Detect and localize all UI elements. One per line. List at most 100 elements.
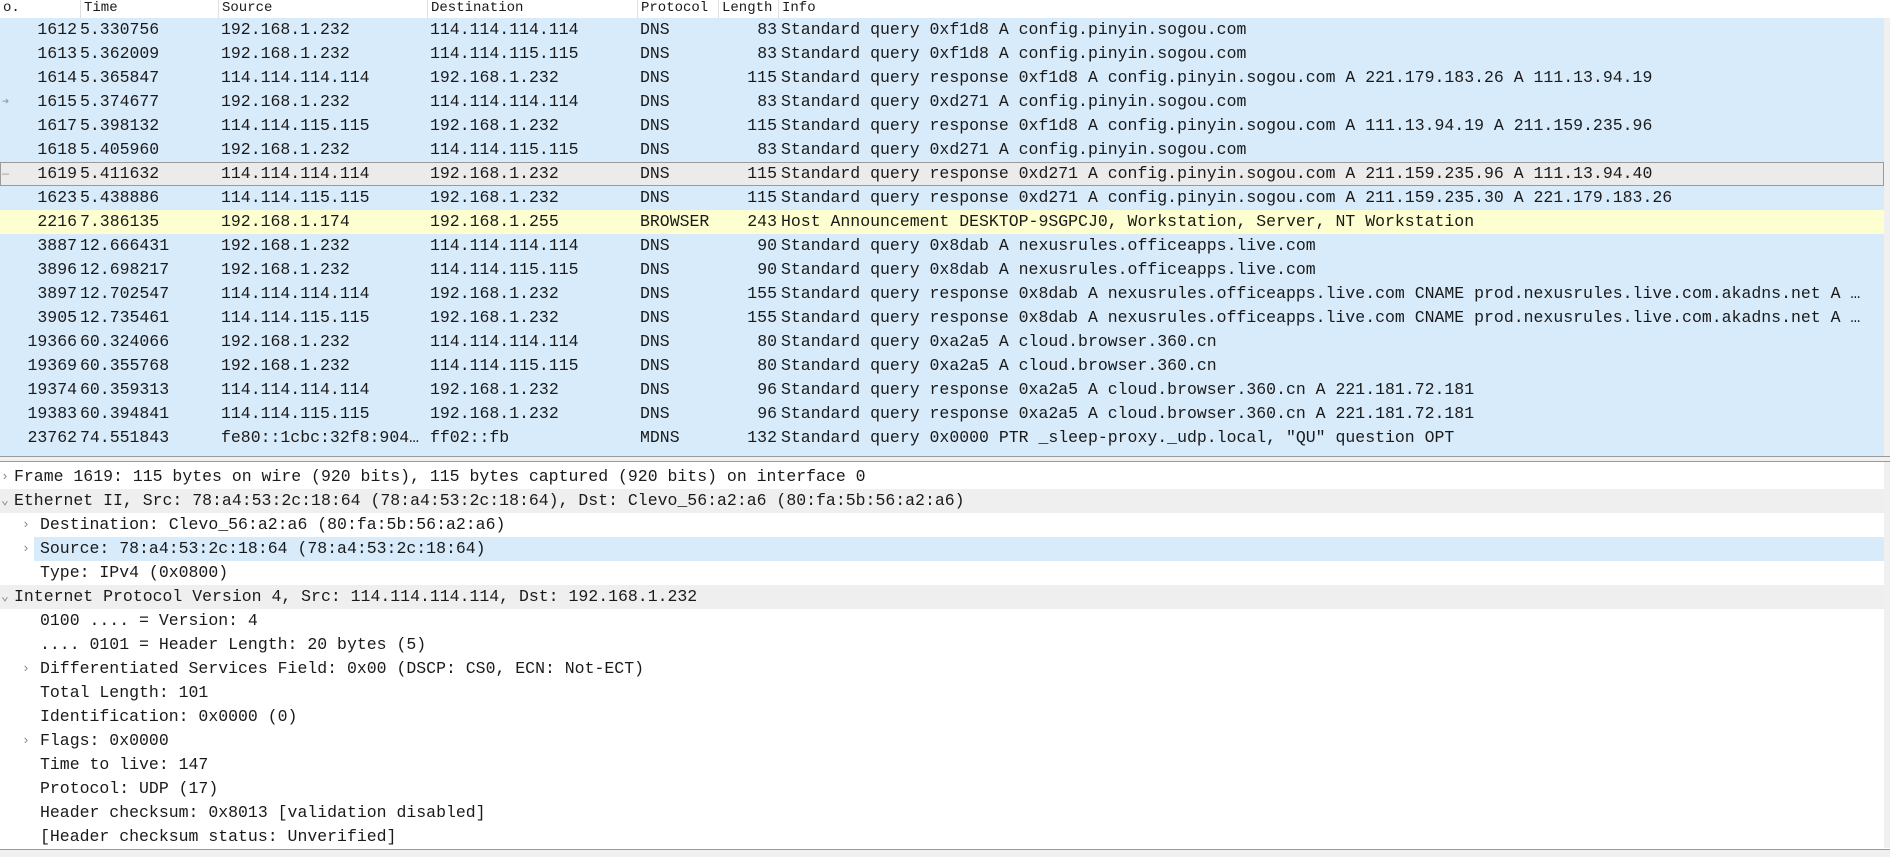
cell-time: 5.365847 [80, 68, 160, 87]
column-header-protocol[interactable]: Protocol [637, 0, 708, 18]
cell-destination: ff02::fb [430, 428, 510, 447]
cell-protocol: MDNS [640, 428, 680, 447]
cell-source: 114.114.114.114 [221, 380, 370, 399]
packet-row[interactable]: 3896 12.698217 192.168.1.232 114.114.115.11… [0, 258, 1884, 282]
cell-time: 5.362009 [80, 44, 160, 63]
detail-tree-item[interactable]: Header checksum: 0x8013 [validation disa… [0, 801, 1884, 825]
detail-text: Identification: 0x0000 (0) [40, 707, 298, 726]
packet-row[interactable]: 1617 5.398132 114.114.115.115 192.168.1.232… [0, 114, 1884, 138]
cell-time: 60.394841 [80, 404, 170, 423]
cell-destination: 192.168.1.232 [430, 164, 559, 183]
column-header-no[interactable]: o. [0, 0, 20, 18]
cell-length: 80 [757, 332, 777, 351]
column-header-time[interactable]: Time [80, 0, 118, 18]
detail-text: Time to live: 147 [40, 755, 209, 774]
cell-time: 60.359313 [80, 380, 170, 399]
packet-row[interactable]: 19383 60.394841 114.114.115.115 192.168.1.2… [0, 402, 1884, 426]
detail-tree-item[interactable]: › Differentiated Services Field: 0x00 (DS… [0, 657, 1884, 681]
cell-info: Standard query 0xd271 A config.pinyin.so… [781, 140, 1247, 159]
column-header-destination[interactable]: Destination [427, 0, 523, 18]
cell-time: 5.398132 [80, 116, 160, 135]
packet-row[interactable]: 3897 12.702547 114.114.114.114 192.168.1.23… [0, 282, 1884, 306]
detail-tree-item[interactable]: [Header checksum status: Unverified] [0, 825, 1884, 849]
packet-row[interactable]: 1612 5.330756 192.168.1.232 114.114.114.114… [0, 18, 1884, 42]
cell-length: 155 [747, 284, 777, 303]
detail-tree-item[interactable]: Type: IPv4 (0x0800) [0, 561, 1884, 585]
cell-source: 192.168.1.174 [221, 212, 350, 231]
packet-row[interactable]: 23762 74.551843 fe80::1cbc:32f8:904… ff02::… [0, 426, 1884, 450]
cell-protocol: DNS [640, 332, 670, 351]
chevron-right-icon[interactable]: › [22, 657, 30, 681]
detail-tree-item[interactable]: Time to live: 147 [0, 753, 1884, 777]
cell-info: Standard query 0x0000 PTR _sleep-proxy._… [781, 428, 1455, 447]
column-header-source[interactable]: Source [218, 0, 272, 18]
detail-text: [Header checksum status: Unverified] [40, 827, 397, 846]
packet-row[interactable]: 3905 12.735461 114.114.115.115 192.168.1.23… [0, 306, 1884, 330]
column-header-length[interactable]: Length [718, 0, 772, 18]
cell-protocol: DNS [640, 236, 670, 255]
cell-time: 7.386135 [80, 212, 160, 231]
cell-no: 3896 [37, 260, 77, 279]
packet-list-header: o. Time Source Destination Protocol Leng… [0, 0, 1890, 19]
cell-time: 60.355768 [80, 356, 170, 375]
cell-destination: 192.168.1.232 [430, 284, 559, 303]
cell-no: 3905 [37, 308, 77, 327]
cell-protocol: DNS [640, 116, 670, 135]
column-header-info[interactable]: Info [778, 0, 816, 18]
detail-tree-item[interactable]: › Frame 1619: 115 bytes on wire (920 bits… [0, 465, 1884, 489]
cell-info: Standard query response 0xa2a5 A cloud.b… [781, 404, 1475, 423]
detail-text: Destination: Clevo_56:a2:a6 (80:fa:5b:56… [40, 515, 506, 534]
cell-protocol: DNS [640, 284, 670, 303]
cell-source: 192.168.1.232 [221, 20, 350, 39]
chevron-right-icon[interactable]: › [22, 537, 30, 561]
packet-row[interactable]: 3887 12.666431 192.168.1.232 114.114.114.11… [0, 234, 1884, 258]
cell-protocol: DNS [640, 164, 670, 183]
detail-tree-item[interactable]: Protocol: UDP (17) [0, 777, 1884, 801]
chevron-right-icon[interactable]: › [22, 513, 30, 537]
detail-tree-item[interactable]: 0100 .... = Version: 4 [0, 609, 1884, 633]
packet-row[interactable]: 1623 5.438886 114.114.115.115 192.168.1.232… [0, 186, 1884, 210]
cell-protocol: DNS [640, 92, 670, 111]
packet-row[interactable]: 19374 60.359313 114.114.114.114 192.168.1.2… [0, 378, 1884, 402]
details-scrollbar[interactable] [1884, 462, 1890, 848]
packet-row[interactable]: 1614 5.365847 114.114.114.114 192.168.1.232… [0, 66, 1884, 90]
cell-length: 90 [757, 260, 777, 279]
packet-list-scrollbar[interactable] [1884, 18, 1890, 456]
cell-source: fe80::1cbc:32f8:904… [221, 428, 420, 447]
detail-tree-item[interactable]: ⌄ Internet Protocol Version 4, Src: 114.1… [0, 585, 1884, 609]
detail-tree-item[interactable]: Total Length: 101 [0, 681, 1884, 705]
chevron-down-icon[interactable]: ⌄ [1, 489, 9, 513]
cell-destination: 192.168.1.232 [430, 404, 559, 423]
cell-info: Standard query response 0xa2a5 A cloud.b… [781, 380, 1475, 399]
cell-destination: 192.168.1.255 [430, 212, 559, 231]
packet-row[interactable]: ➔ 1615 5.374677 192.168.1.232 114.114.114.11… [0, 90, 1884, 114]
cell-length: 83 [757, 44, 777, 63]
detail-tree-item[interactable]: ⌄ Ethernet II, Src: 78:a4:53:2c:18:64 (78… [0, 489, 1884, 513]
packet-list: o. Time Source Destination Protocol Leng… [0, 0, 1890, 456]
detail-tree-item[interactable]: › Flags: 0x0000 [0, 729, 1884, 753]
cell-time: 12.735461 [80, 308, 170, 327]
cell-time: 5.438886 [80, 188, 160, 207]
packet-row[interactable]: 1613 5.362009 192.168.1.232 114.114.115.115… [0, 42, 1884, 66]
packet-row[interactable]: 2216 7.386135 192.168.1.174 192.168.1.255 BR… [0, 210, 1884, 234]
pane-splitter[interactable] [0, 456, 1890, 462]
chevron-right-icon[interactable]: › [22, 729, 30, 753]
cell-info: Standard query 0xa2a5 A cloud.browser.36… [781, 356, 1217, 375]
detail-tree-item[interactable]: › Destination: Clevo_56:a2:a6 (80:fa:5b:5… [0, 513, 1884, 537]
chevron-down-icon[interactable]: ⌄ [1, 585, 9, 609]
detail-tree-item[interactable]: Identification: 0x0000 (0) [0, 705, 1884, 729]
cell-info: Standard query response 0xd271 A config.… [781, 188, 1673, 207]
packet-row-selected[interactable]: —1619 5.411632 114.114.114.114 192.168.1.23… [0, 162, 1884, 186]
cell-length: 243 [747, 212, 777, 231]
cell-length: 115 [747, 68, 777, 87]
cell-source: 192.168.1.232 [221, 332, 350, 351]
detail-tree-item[interactable]: › Source: 78:a4:53:2c:18:64 (78:a4:53:2c:… [0, 537, 1884, 561]
cell-protocol: DNS [640, 20, 670, 39]
cell-source: 192.168.1.232 [221, 260, 350, 279]
packet-row[interactable]: 1618 5.405960 192.168.1.232 114.114.115.115… [0, 138, 1884, 162]
cell-no: 1617 [37, 116, 77, 135]
packet-row[interactable]: 19369 60.355768 192.168.1.232 114.114.115.1… [0, 354, 1884, 378]
detail-tree-item[interactable]: .... 0101 = Header Length: 20 bytes (5) [0, 633, 1884, 657]
chevron-right-icon[interactable]: › [1, 465, 9, 489]
packet-row[interactable]: 19366 60.324066 192.168.1.232 114.114.114.1… [0, 330, 1884, 354]
